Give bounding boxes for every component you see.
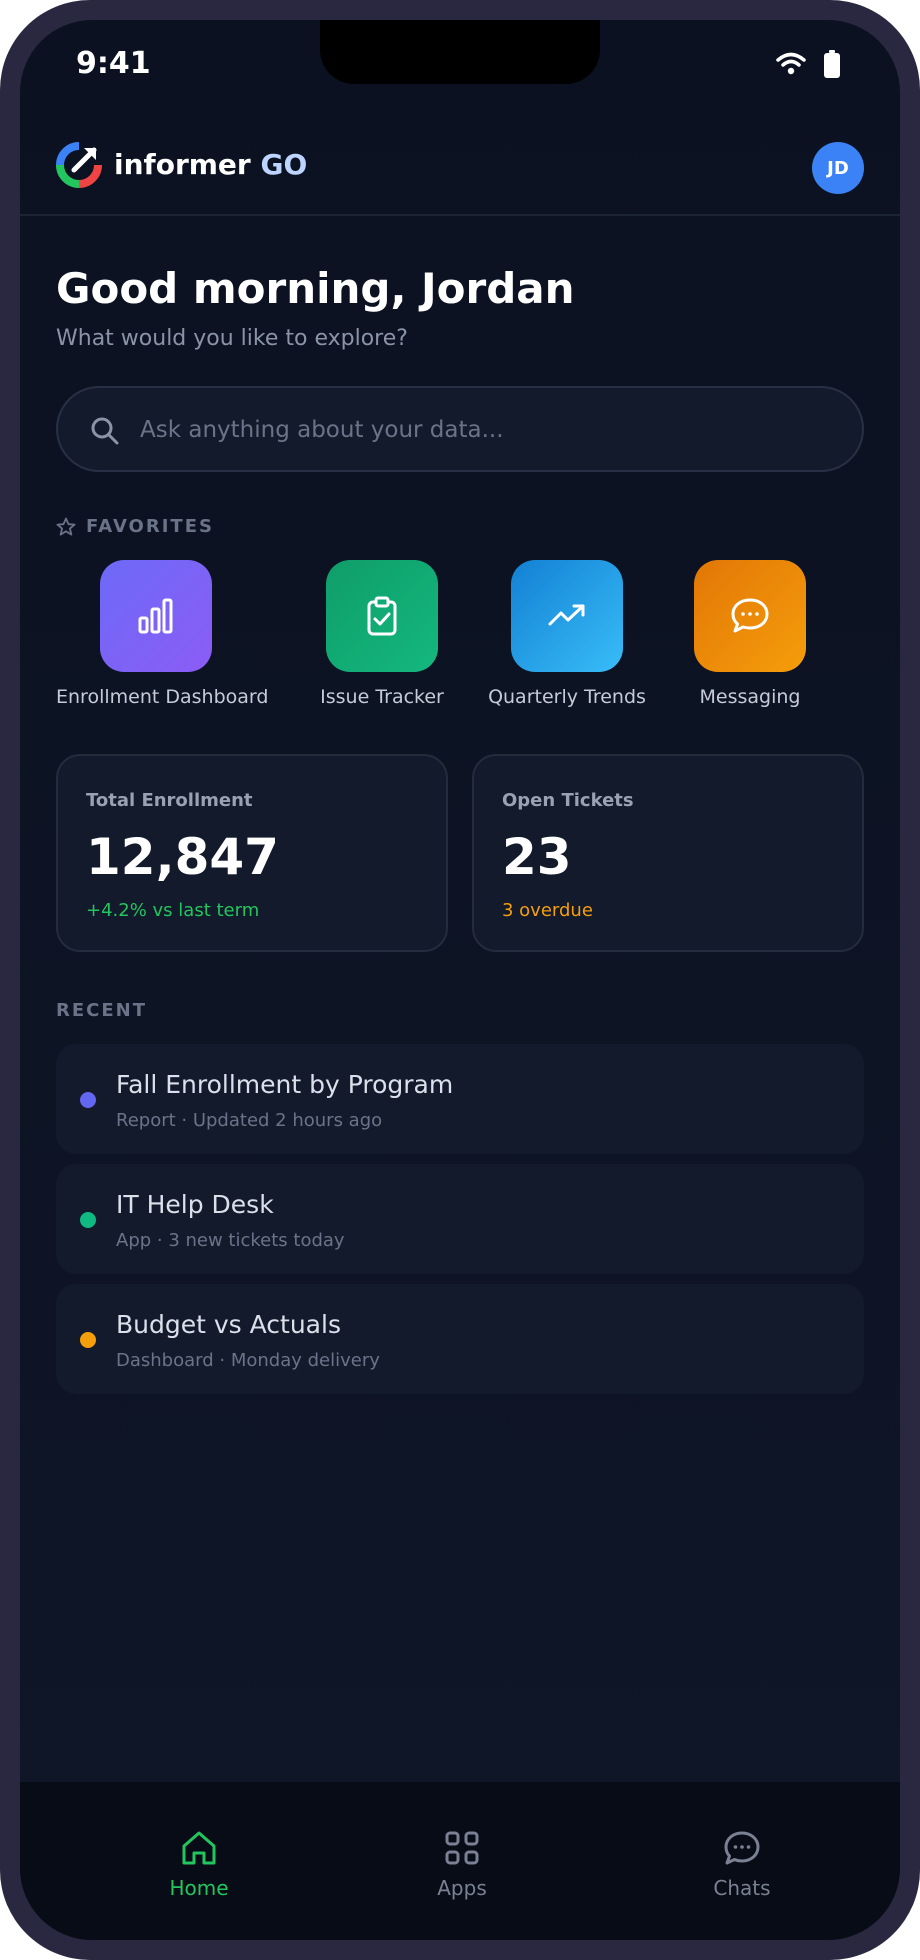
device-frame: 9:41 informer GO JD Good morning, Jordan… xyxy=(0,0,920,1960)
status-time: 9:41 xyxy=(76,46,151,81)
stat-card-enrollment[interactable]: Total Enrollment 12,847 +4.2% vs last te… xyxy=(56,754,448,952)
device-notch xyxy=(320,20,600,84)
tab-label: Chats xyxy=(713,1876,771,1900)
favorite-quarterly-trends[interactable]: Quarterly Trends xyxy=(482,560,652,708)
app-header: informer GO JD xyxy=(20,120,900,216)
recent-title: IT Help Desk xyxy=(116,1190,274,1219)
search-input[interactable] xyxy=(140,410,820,450)
clipboard-check-icon xyxy=(367,596,397,636)
bar-chart-icon xyxy=(138,598,173,634)
recent-dot xyxy=(80,1092,96,1108)
stat-note: 3 overdue xyxy=(502,900,593,921)
stat-card-tickets[interactable]: Open Tickets 23 3 overdue xyxy=(472,754,864,952)
recent-title: Budget vs Actuals xyxy=(116,1310,341,1339)
brand-suffix: GO xyxy=(260,148,308,181)
favorite-tile xyxy=(694,560,806,672)
greeting-title: Good morning, Jordan xyxy=(56,264,575,313)
favorites-label: FAVORITES xyxy=(86,516,214,537)
bottom-tab-bar: Home Apps Chats xyxy=(20,1782,900,1940)
chat-icon xyxy=(724,1831,760,1865)
favorite-issue-tracker[interactable]: Issue Tracker xyxy=(312,560,452,708)
tab-apps[interactable]: Apps xyxy=(402,1828,522,1900)
chat-bubble-icon xyxy=(731,598,769,633)
trending-up-icon xyxy=(548,604,585,626)
logo-icon xyxy=(56,142,102,188)
recent-subtitle: Report · Updated 2 hours ago xyxy=(116,1110,383,1131)
favorite-enrollment-dashboard[interactable]: Enrollment Dashboard xyxy=(56,560,269,708)
home-icon xyxy=(182,1831,216,1865)
recent-subtitle: Dashboard · Monday delivery xyxy=(116,1350,380,1371)
search-icon xyxy=(91,417,119,445)
brand-name: informer GO xyxy=(114,148,307,181)
grid-icon xyxy=(445,1831,479,1865)
recent-title: Fall Enrollment by Program xyxy=(116,1070,454,1099)
favorite-label: Issue Tracker xyxy=(320,686,444,708)
wifi-icon xyxy=(776,52,806,75)
stat-note: +4.2% vs last term xyxy=(86,900,260,921)
stat-title: Total Enrollment xyxy=(86,790,253,811)
favorite-messaging[interactable]: Messaging xyxy=(680,560,820,708)
favorite-label: Quarterly Trends xyxy=(488,686,646,708)
recent-subtitle: App · 3 new tickets today xyxy=(116,1230,345,1251)
status-icons xyxy=(776,50,840,78)
recent-item-it-help-desk[interactable]: IT Help Desk App · 3 new tickets today xyxy=(56,1164,864,1274)
recent-dot xyxy=(80,1212,96,1228)
favorite-tile xyxy=(511,560,623,672)
favorite-tile xyxy=(326,560,438,672)
tab-chats[interactable]: Chats xyxy=(682,1828,802,1900)
battery-icon xyxy=(824,50,840,78)
favorite-label: Messaging xyxy=(699,686,801,708)
search-bar[interactable] xyxy=(56,386,864,472)
recent-dot xyxy=(80,1332,96,1348)
tab-label: Apps xyxy=(437,1876,487,1900)
stat-value: 23 xyxy=(502,828,572,886)
greeting-subtitle: What would you like to explore? xyxy=(56,326,408,351)
favorite-label: Enrollment Dashboard xyxy=(56,686,269,708)
favorite-tile xyxy=(100,560,212,672)
phone-screen: 9:41 informer GO JD Good morning, Jordan… xyxy=(20,20,900,1940)
user-avatar[interactable]: JD xyxy=(812,142,864,194)
stat-title: Open Tickets xyxy=(502,790,634,811)
stat-value: 12,847 xyxy=(86,828,279,886)
tab-home[interactable]: Home xyxy=(139,1828,259,1900)
tab-label: Home xyxy=(169,1876,229,1900)
recent-item-budget-vs-actuals[interactable]: Budget vs Actuals Dashboard · Monday del… xyxy=(56,1284,864,1394)
favorites-header: FAVORITES xyxy=(56,516,214,537)
star-icon xyxy=(56,517,76,535)
recent-item-fall-enrollment[interactable]: Fall Enrollment by Program Report · Upda… xyxy=(56,1044,864,1154)
brand-text: informer xyxy=(114,148,251,181)
recent-label: RECENT xyxy=(56,1000,148,1021)
